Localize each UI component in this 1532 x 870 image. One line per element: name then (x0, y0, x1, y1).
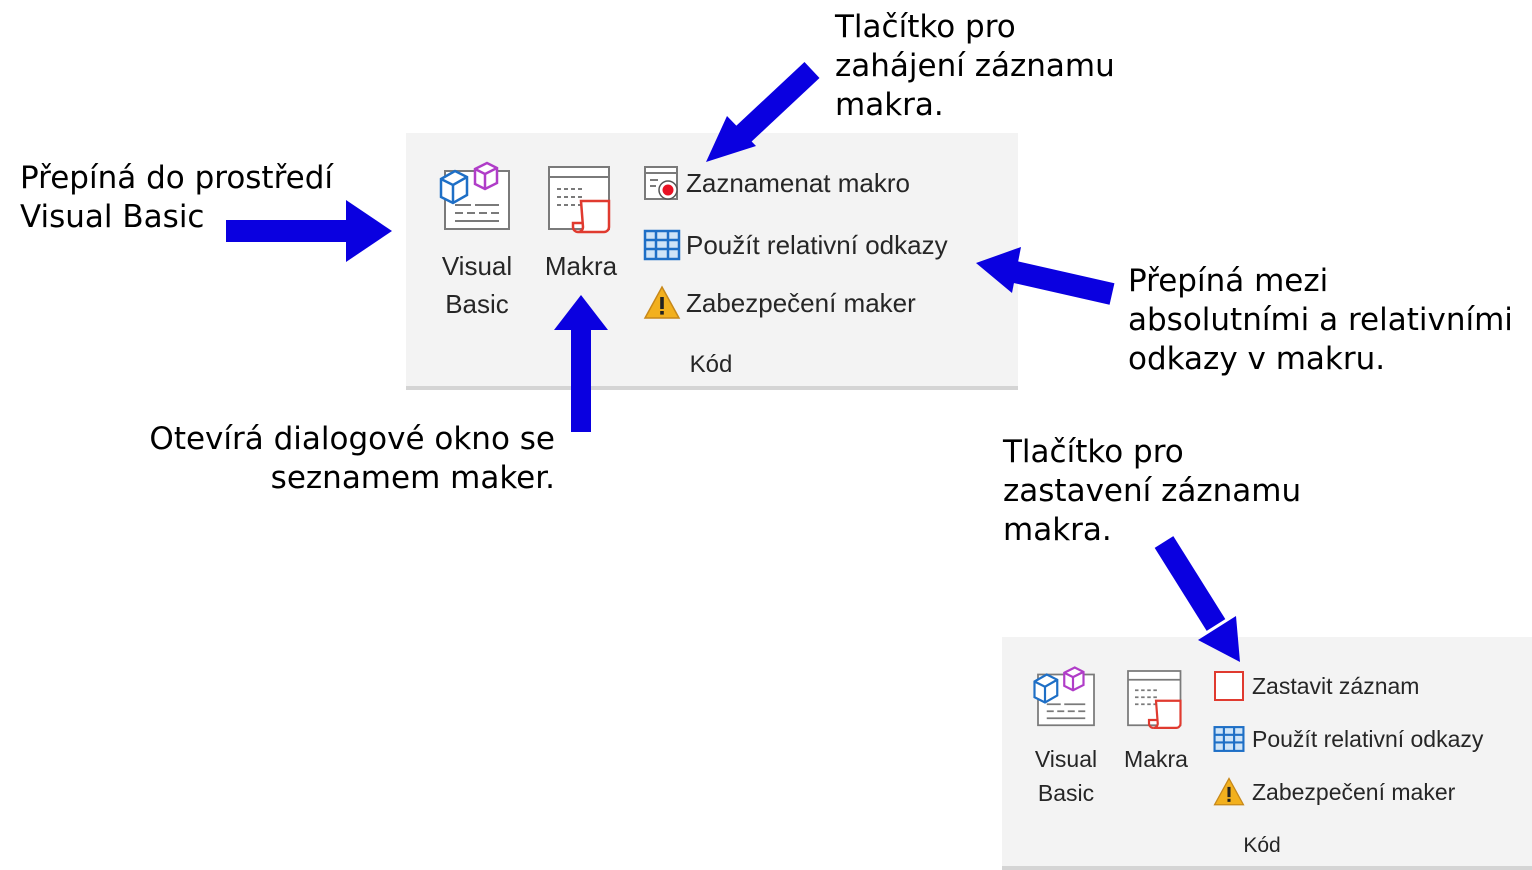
arrow-to-macros (554, 295, 608, 432)
annotation-arrows (226, 61, 1240, 662)
arrow-to-record-macro (706, 61, 820, 162)
arrow-to-visual-basic (226, 200, 392, 262)
arrow-to-stop-recording (1154, 536, 1240, 662)
arrow-to-relative-references (976, 247, 1115, 305)
